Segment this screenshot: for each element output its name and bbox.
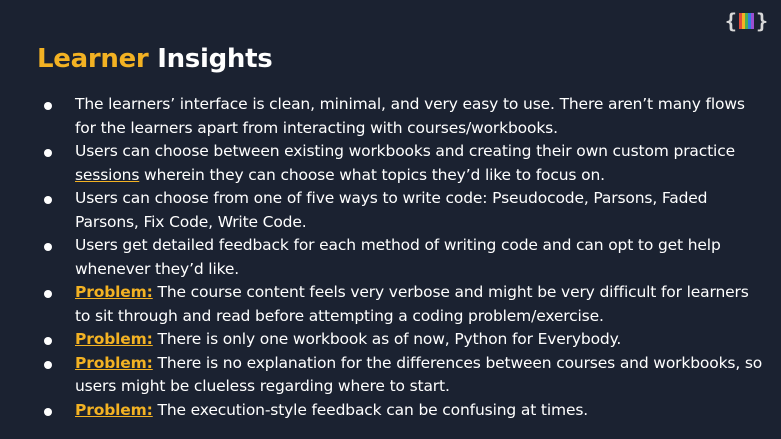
list-item: Problem: The execution-style feedback ca… xyxy=(0,399,781,423)
problem-label: Problem: xyxy=(75,283,153,301)
bullet-icon xyxy=(44,290,52,298)
list-item: Problem: There is no explanation for the… xyxy=(0,352,781,399)
list-item: Users can choose from one of five ways t… xyxy=(0,187,781,234)
title-rest: Insights xyxy=(157,44,273,74)
bullet-text: Users get detailed feedback for each met… xyxy=(75,236,721,278)
bullet-text-after: wherein they can choose what topics they… xyxy=(139,165,605,184)
insights-list: The learners’ interface is clean, minima… xyxy=(0,93,781,422)
bullet-icon xyxy=(44,360,52,369)
bullet-text-before: Users can choose between existing workbo… xyxy=(75,142,735,160)
problem-label: Problem: xyxy=(75,400,153,419)
problem-label: Problem: xyxy=(75,330,153,348)
logo-color-bars xyxy=(738,13,754,29)
bullet-icon xyxy=(44,243,52,251)
list-item: Problem: The course content feels very v… xyxy=(0,281,781,328)
problem-label: Problem: xyxy=(75,353,153,372)
list-item: Users can choose between existing workbo… xyxy=(0,140,781,187)
list-item: Users get detailed feedback for each met… xyxy=(0,234,781,281)
bullet-text: Users can choose from one of five ways t… xyxy=(75,189,708,231)
bullet-icon xyxy=(44,149,52,157)
bullet-text: The execution-style feedback can be conf… xyxy=(152,400,589,419)
sessions-underlined: sessions xyxy=(75,165,140,184)
bullet-text: The learners’ interface is clean, minima… xyxy=(75,95,745,137)
bullet-icon xyxy=(44,337,52,345)
bullet-icon xyxy=(44,196,52,204)
bullet-text: The course content feels very verbose an… xyxy=(75,283,749,325)
list-item: Problem: There is only one workbook as o… xyxy=(0,328,781,352)
bullet-text: There is no explanation for the differen… xyxy=(75,353,763,396)
bullet-icon xyxy=(44,407,52,416)
title-highlight: Learner xyxy=(37,44,149,74)
bullet-text: There is only one workbook as of now, Py… xyxy=(152,330,622,348)
logo-open-brace: { xyxy=(724,9,737,33)
logo-close-brace: } xyxy=(755,9,768,33)
brand-logo: { } xyxy=(725,9,768,33)
slide-title: Learner Insights xyxy=(37,44,273,74)
bullet-icon xyxy=(44,102,52,110)
list-item: The learners’ interface is clean, minima… xyxy=(0,93,781,140)
